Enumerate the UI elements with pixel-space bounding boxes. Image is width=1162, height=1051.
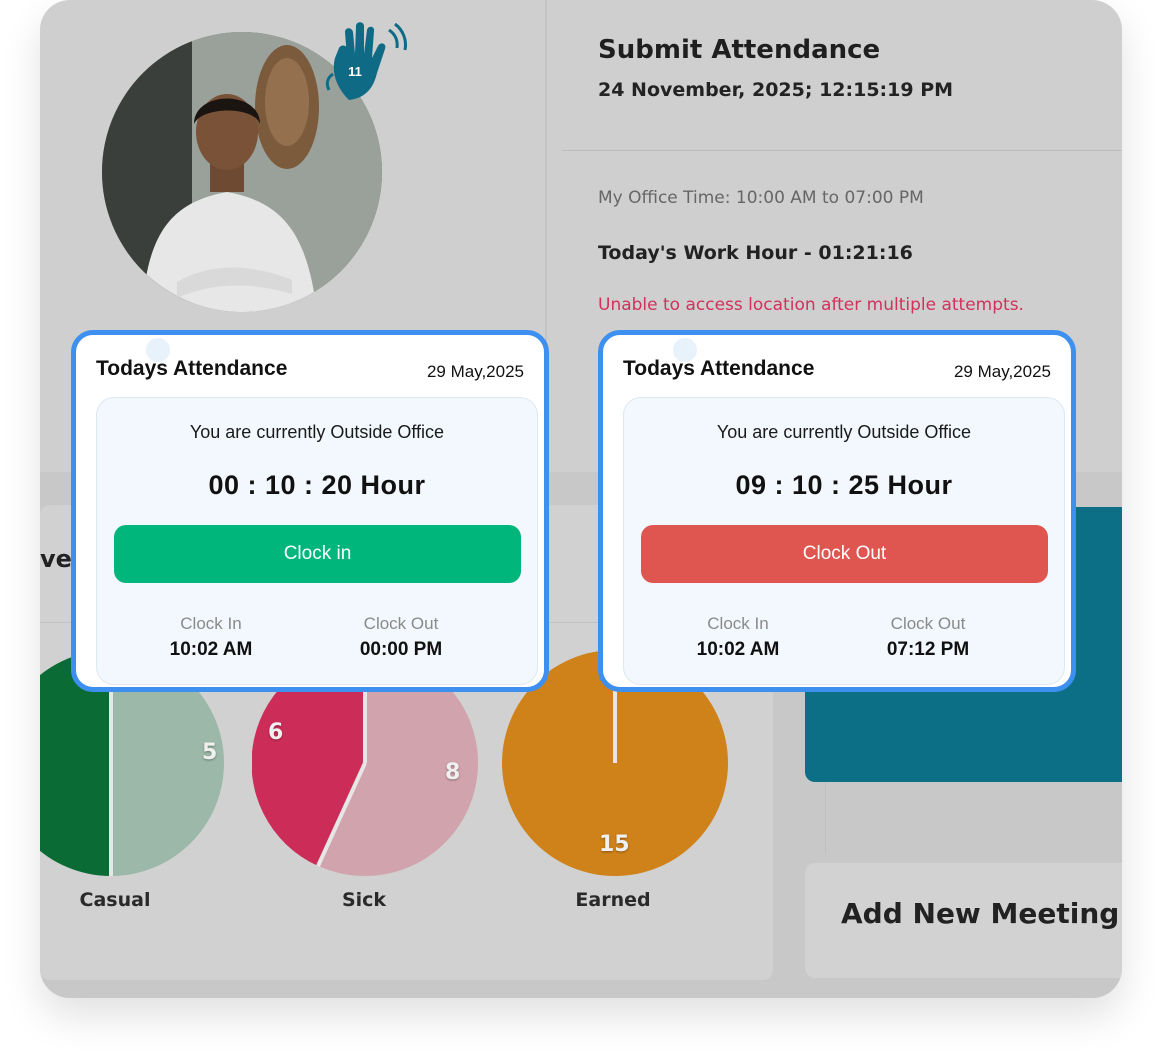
earned-label: Earned bbox=[575, 889, 651, 911]
attendance-card-clock-out: Todays Attendance 29 May,2025 You are cu… bbox=[598, 330, 1076, 692]
add-meeting-label: Add New Meeting bbox=[841, 897, 1120, 930]
attendance-timer: 09 : 10 : 25 Hour bbox=[735, 470, 953, 500]
clock-out-label: Clock Out bbox=[363, 614, 439, 633]
casual-label: Casual bbox=[79, 889, 151, 911]
attendance-panel: You are currently Outside Office 00 : 10… bbox=[96, 397, 538, 685]
page-title: Submit Attendance bbox=[598, 35, 881, 65]
sick-value-taken: 6 bbox=[268, 720, 284, 745]
clock-in-column: Clock In 10:02 AM bbox=[111, 614, 311, 661]
location-status: You are currently Outside Office bbox=[716, 422, 972, 442]
horizontal-divider bbox=[562, 150, 1122, 151]
clock-in-label: Clock In bbox=[180, 614, 242, 633]
sick-value-remaining: 8 bbox=[445, 760, 461, 785]
attendance-title: Todays Attendance bbox=[96, 357, 288, 380]
work-hour: Today's Work Hour - 01:21:16 bbox=[598, 242, 913, 264]
location-error: Unable to access location after multiple… bbox=[598, 295, 1024, 315]
clock-out-value: 07:12 PM bbox=[886, 639, 970, 660]
clock-in-label: Clock In bbox=[707, 614, 769, 633]
clock-in-column: Clock In 10:02 AM bbox=[638, 614, 838, 661]
wave-hand-icon bbox=[325, 22, 407, 100]
location-status: You are currently Outside Office bbox=[189, 422, 445, 442]
clock-out-value: 00:00 PM bbox=[359, 639, 443, 660]
clock-in-button[interactable]: Clock in bbox=[114, 525, 521, 583]
attendance-date: 29 May,2025 bbox=[953, 362, 1051, 381]
clock-in-value: 10:02 AM bbox=[169, 639, 253, 660]
clock-out-label: Clock Out bbox=[890, 614, 966, 633]
attendance-card-clock-in: Todays Attendance 29 May,2025 You are cu… bbox=[71, 330, 549, 692]
clock-in-value: 10:02 AM bbox=[696, 639, 780, 660]
attendance-timer: 00 : 10 : 20 Hour bbox=[208, 470, 426, 500]
attendance-panel: You are currently Outside Office 09 : 10… bbox=[623, 397, 1065, 685]
office-time: My Office Time: 10:00 AM to 07:00 PM bbox=[598, 188, 924, 208]
earned-value: 15 bbox=[599, 832, 630, 857]
casual-value: 5 bbox=[202, 740, 218, 765]
current-datetime: 24 November, 2025; 12:15:19 PM bbox=[598, 79, 954, 101]
clock-out-button[interactable]: Clock Out bbox=[641, 525, 1048, 583]
clock-out-column: Clock Out 00:00 PM bbox=[301, 614, 501, 661]
sick-label: Sick bbox=[341, 889, 387, 911]
meetings-strip bbox=[825, 782, 1122, 854]
clock-out-column: Clock Out 07:12 PM bbox=[828, 614, 1028, 661]
attendance-title: Todays Attendance bbox=[623, 357, 815, 380]
attendance-date: 29 May,2025 bbox=[426, 362, 524, 381]
wave-count: 11 bbox=[348, 64, 362, 79]
